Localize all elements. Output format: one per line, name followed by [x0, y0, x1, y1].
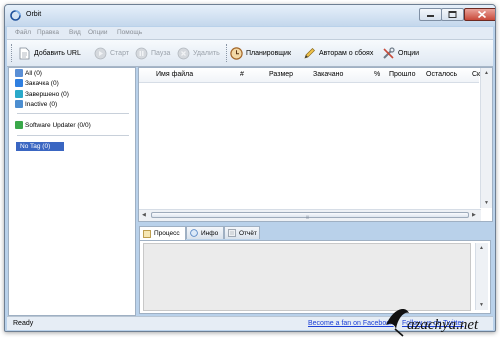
software-updater-item[interactable]: Software Updater (0/0)	[15, 120, 91, 130]
category-downloading-label: Закачка (0)	[25, 79, 59, 87]
column-downloaded[interactable]: Закачано	[313, 71, 343, 78]
app-window: Orbit Файл Правка Вид Опции Помощь Добав…	[4, 4, 496, 332]
svg-text:azachya.net: azachya.net	[407, 317, 479, 333]
tag-no-tag-label: No Tag (0)	[20, 143, 51, 150]
column-percent[interactable]: %	[374, 71, 380, 78]
toolbar-grip	[11, 44, 15, 62]
pause-icon	[135, 47, 148, 59]
orbit-logo-icon	[10, 10, 21, 21]
maximize-icon	[448, 11, 457, 18]
menu-bar: Файл Правка Вид Опции Помощь	[7, 27, 493, 40]
bug-report-label: Авторам о сбоях	[319, 49, 374, 57]
options-button[interactable]: Опции	[382, 46, 419, 60]
add-url-icon	[19, 47, 30, 59]
pause-button[interactable]: Пауза	[135, 46, 170, 60]
updater-icon	[15, 121, 23, 129]
tab-log[interactable]: Отчёт	[224, 226, 260, 239]
log-icon	[228, 229, 236, 237]
sidebar-divider	[17, 113, 129, 114]
window-title: Orbit	[26, 11, 42, 18]
sidebar-divider	[17, 135, 129, 136]
clock-icon	[230, 46, 243, 60]
software-updater-label: Software Updater (0/0)	[25, 121, 91, 129]
start-button[interactable]: Старт	[94, 46, 129, 60]
category-inactive-label: Inactive (0)	[25, 100, 58, 108]
scroll-right-arrow-icon[interactable]: ▶	[472, 212, 476, 218]
tab-log-label: Отчёт	[239, 229, 258, 237]
scroll-left-arrow-icon[interactable]: ◀	[142, 212, 146, 218]
close-button[interactable]	[464, 8, 495, 21]
tools-icon	[383, 46, 395, 59]
column-elapsed[interactable]: Прошло	[389, 71, 416, 78]
close-icon	[477, 10, 487, 19]
scroll-up-arrow-icon[interactable]: ▲	[484, 70, 489, 76]
delete-button[interactable]: Удалить	[177, 46, 220, 60]
column-size[interactable]: Размер	[269, 71, 293, 78]
column-filename[interactable]: Имя файла	[156, 71, 193, 78]
scroll-grip-icon: |||	[306, 214, 310, 219]
progress-icon	[143, 229, 151, 238]
list-horizontal-scrollbar[interactable]: ◀ ||| ▶	[139, 209, 481, 221]
detail-scroll-up-icon[interactable]: ▲	[479, 245, 484, 251]
pencil-icon	[304, 47, 315, 59]
scroll-down-arrow-icon[interactable]: ▼	[484, 200, 489, 206]
pane-splitter[interactable]	[138, 221, 493, 225]
category-all[interactable]: All (0)	[15, 68, 42, 78]
site-watermark: azachya.net	[386, 309, 479, 337]
minimize-icon	[427, 15, 434, 17]
scheduler-label: Планировщик	[246, 49, 292, 57]
column-remaining[interactable]: Осталось	[426, 71, 457, 78]
tag-no-tag[interactable]: No Tag (0)	[16, 142, 64, 151]
category-downloading[interactable]: Закачка (0)	[15, 78, 59, 88]
list-vertical-scrollbar[interactable]: ▲ ▼	[480, 68, 492, 208]
tab-info[interactable]: Инфо	[186, 226, 224, 239]
category-inactive[interactable]: Inactive (0)	[15, 99, 57, 109]
toolbar: Добавить URL Старт Пауза Удалить Планиро…	[7, 40, 493, 67]
category-completed-label: Завершено (0)	[25, 90, 69, 98]
pause-label: Пауза	[151, 49, 171, 57]
options-label: Опции	[398, 49, 420, 57]
tab-progress-label: Процесс	[154, 230, 180, 237]
tab-progress[interactable]: Процесс	[139, 226, 186, 240]
menu-view[interactable]: Вид	[69, 29, 81, 36]
delete-label: Удалить	[193, 49, 220, 57]
column-number[interactable]: #	[240, 71, 244, 78]
info-icon	[190, 229, 198, 237]
column-header-row: Имя файла # Размер Закачано % Прошло Ост…	[139, 68, 488, 83]
download-list[interactable]: Имя файла # Размер Закачано % Прошло Ост…	[138, 67, 493, 222]
start-icon	[94, 47, 107, 59]
menu-file[interactable]: Файл	[15, 29, 31, 36]
status-text: Ready	[13, 320, 34, 327]
menu-edit[interactable]: Правка	[37, 29, 59, 36]
menu-help[interactable]: Помощь	[117, 29, 142, 36]
scheduler-button[interactable]: Планировщик	[230, 46, 291, 60]
category-all-label: All (0)	[25, 69, 42, 77]
download-icon	[15, 79, 23, 87]
maximize-button[interactable]	[441, 8, 464, 21]
add-url-label: Добавить URL	[34, 49, 81, 57]
add-url-button[interactable]: Добавить URL	[18, 46, 81, 60]
tab-info-label: Инфо	[201, 229, 219, 237]
minimize-button[interactable]	[419, 8, 442, 21]
detail-tabs: Процесс Инфо Отчёт	[139, 226, 493, 240]
delete-icon	[177, 47, 190, 59]
title-bar: Orbit	[5, 5, 495, 26]
category-sidebar: All (0) Закачка (0) Завершено (0) Inacti…	[8, 67, 136, 316]
category-completed[interactable]: Завершено (0)	[15, 89, 69, 99]
inactive-icon	[15, 100, 23, 108]
bug-report-button[interactable]: Авторам о сбоях	[303, 46, 373, 60]
menu-options[interactable]: Опции	[88, 29, 108, 36]
horizontal-scroll-thumb[interactable]: |||	[151, 212, 469, 219]
start-label: Старт	[110, 49, 130, 57]
facebook-link[interactable]: Become a fan on Facebook	[308, 320, 394, 327]
all-icon	[15, 69, 23, 77]
completed-icon	[15, 90, 23, 98]
